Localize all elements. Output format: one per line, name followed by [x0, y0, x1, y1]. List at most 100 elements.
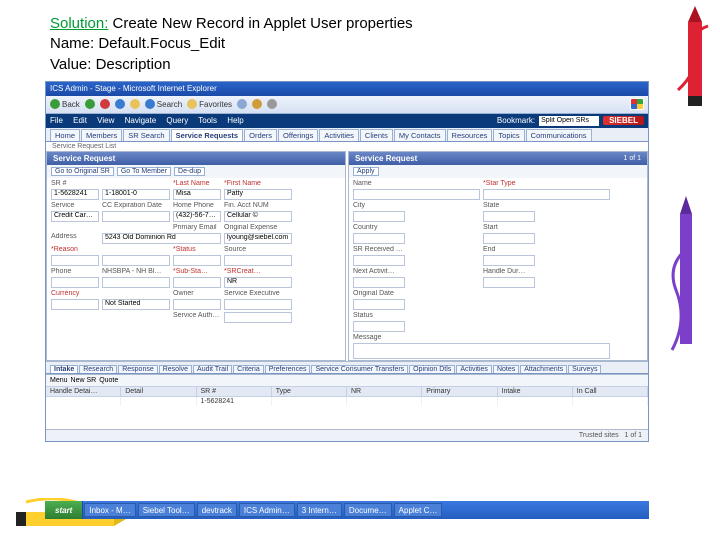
favorites-button[interactable]: Favorites: [187, 99, 232, 109]
tab-intake[interactable]: Intake: [50, 365, 78, 373]
taskbar-item[interactable]: devtrack: [197, 503, 237, 517]
message-field[interactable]: [353, 343, 610, 359]
tab-resources[interactable]: Resources: [447, 129, 493, 141]
tab-surveys[interactable]: Surveys: [568, 365, 601, 373]
tab-sr-search[interactable]: SR Search: [123, 129, 169, 141]
quote-button[interactable]: Quote: [99, 377, 118, 384]
menu-navigate[interactable]: Navigate: [125, 116, 157, 125]
email-field[interactable]: lyoung@siebel.com: [224, 233, 292, 244]
bookmark-label: Bookmark:: [497, 116, 535, 125]
taskbar-item[interactable]: Docume…: [344, 503, 392, 517]
owner-field[interactable]: [173, 299, 221, 310]
tab-service-requests[interactable]: Service Requests: [171, 129, 244, 141]
status-bar: Trusted sites 1 of 1: [46, 429, 648, 441]
tab-attachments[interactable]: Attachments: [520, 365, 567, 373]
svc-exec-field[interactable]: [224, 299, 292, 310]
cc-exp-field[interactable]: [102, 211, 170, 222]
windows-taskbar: start Inbox - M… Siebel Tool… devtrack I…: [45, 501, 649, 519]
status-right-field[interactable]: [353, 321, 405, 332]
status-field[interactable]: [173, 255, 221, 266]
print-button[interactable]: [267, 99, 277, 109]
primary-tabs: Home Members SR Search Service Requests …: [46, 128, 648, 142]
end-field[interactable]: [483, 255, 535, 266]
apply-button[interactable]: Apply: [353, 167, 379, 176]
currency-field[interactable]: [51, 299, 99, 310]
stop-button[interactable]: [100, 99, 110, 109]
phone-field[interactable]: [51, 277, 99, 288]
sr-create-field[interactable]: NR: [224, 277, 292, 288]
menu-file[interactable]: File: [50, 116, 63, 125]
tab-members[interactable]: Members: [81, 129, 122, 141]
city-field[interactable]: [353, 211, 405, 222]
tab-activities[interactable]: Activities: [319, 129, 359, 141]
menu-tools[interactable]: Tools: [198, 116, 217, 125]
menu-help[interactable]: Help: [227, 116, 243, 125]
go-to-member-button[interactable]: Go To Member: [117, 167, 171, 176]
taskbar-item[interactable]: Siebel Tool…: [138, 503, 195, 517]
taskbar-item[interactable]: Inbox - M…: [84, 503, 135, 517]
tab-clients[interactable]: Clients: [360, 129, 393, 141]
bookmark-input[interactable]: [539, 116, 599, 126]
country-field[interactable]: [353, 233, 405, 244]
history-button[interactable]: [237, 99, 247, 109]
start-button[interactable]: start: [45, 501, 83, 519]
tab-preferences[interactable]: Preferences: [265, 365, 311, 373]
service-field[interactable]: Credit Car…: [51, 211, 99, 222]
go-to-original-sr-button[interactable]: Go to Original SR: [51, 167, 114, 176]
tab-my-contacts[interactable]: My Contacts: [394, 129, 446, 141]
tab-resolve[interactable]: Resolve: [159, 365, 192, 373]
src-field[interactable]: Not Started: [102, 299, 170, 310]
sr-number-field[interactable]: 1-5628241: [51, 189, 99, 200]
name-field[interactable]: [353, 189, 480, 200]
tab-opinion-dtls[interactable]: Opinion Dtls: [409, 365, 455, 373]
mail-button[interactable]: [252, 99, 262, 109]
refresh-button[interactable]: [115, 99, 125, 109]
sub-status-field[interactable]: [173, 277, 221, 288]
acct-number-field[interactable]: 1-18001-0: [102, 189, 170, 200]
tab-research[interactable]: Research: [79, 365, 117, 373]
tab-home[interactable]: Home: [50, 129, 80, 141]
menu-edit[interactable]: Edit: [73, 116, 87, 125]
table-row[interactable]: 1-5628241: [46, 397, 648, 406]
tab-criteria[interactable]: Criteria: [233, 365, 264, 373]
sr-contact-field[interactable]: [353, 255, 405, 266]
source-field[interactable]: [224, 255, 292, 266]
forward-button[interactable]: [85, 99, 95, 109]
taskbar-item[interactable]: Applet C…: [394, 503, 443, 517]
breadcrumb: Service Request List: [46, 142, 648, 151]
last-name-field[interactable]: Misa: [173, 189, 221, 200]
nhsbpa-field[interactable]: [102, 277, 170, 288]
star-type-field[interactable]: [483, 189, 610, 200]
fin-acct-field[interactable]: Cellular ©: [224, 211, 292, 222]
search-button[interactable]: Search: [145, 99, 182, 109]
tab-communications[interactable]: Communications: [526, 129, 592, 141]
menu-view[interactable]: View: [97, 116, 114, 125]
taskbar-item[interactable]: ICS Admin…: [239, 503, 295, 517]
original-date-field[interactable]: [353, 299, 405, 310]
home-phone-field[interactable]: (432)-56-7890: [173, 211, 221, 222]
address-field[interactable]: 5243 Old Dominion Rd: [102, 233, 221, 244]
app-menubar: File Edit View Navigate Query Tools Help…: [46, 114, 648, 128]
back-button[interactable]: Back: [50, 99, 80, 109]
state-field[interactable]: [483, 211, 535, 222]
menu-query[interactable]: Query: [166, 116, 188, 125]
new-sr-button[interactable]: New SR: [71, 377, 97, 384]
handle-dur-field[interactable]: [483, 277, 535, 288]
tab-notes[interactable]: Notes: [493, 365, 519, 373]
tab-response[interactable]: Response: [118, 365, 158, 373]
next-activity-field[interactable]: [353, 277, 405, 288]
tab-service-consumer-transfers[interactable]: Service Consumer Transfers: [311, 365, 408, 373]
tab-activities-sub[interactable]: Activities: [456, 365, 492, 373]
taskbar-item[interactable]: 3 Intern…: [297, 503, 342, 517]
tab-orders[interactable]: Orders: [244, 129, 277, 141]
tab-topics[interactable]: Topics: [493, 129, 524, 141]
home-button[interactable]: [130, 99, 140, 109]
svc-auth-field[interactable]: [224, 312, 292, 323]
tab-audit-trail[interactable]: Audit Trail: [193, 365, 232, 373]
start-field[interactable]: [483, 233, 535, 244]
dedup-button[interactable]: De-dup: [174, 167, 205, 176]
tab-offerings[interactable]: Offerings: [278, 129, 318, 141]
lower-menu-button[interactable]: Menu: [50, 377, 68, 384]
reason-field[interactable]: [51, 255, 99, 266]
first-name-field[interactable]: Patty: [224, 189, 292, 200]
